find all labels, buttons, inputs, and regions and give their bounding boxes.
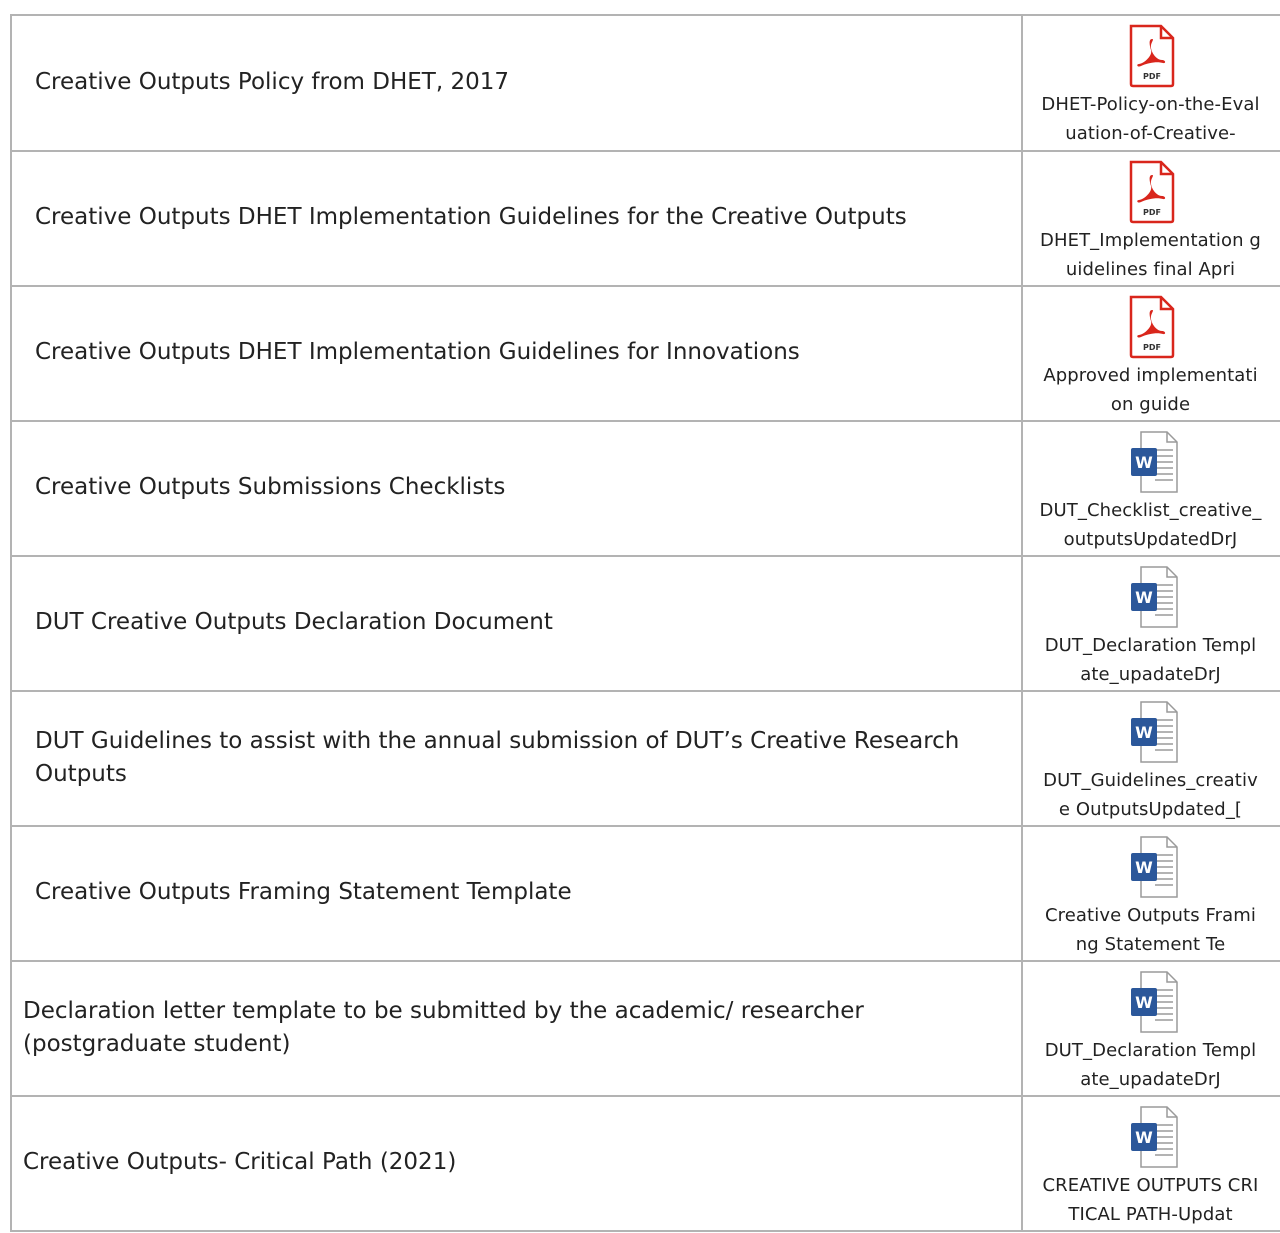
- file-attachment[interactable]: W CREATIVE OUTPUTS CRITICAL PATH-Updat: [1023, 1097, 1278, 1230]
- file-name-link[interactable]: CREATIVE OUTPUTS CRITICAL PATH-Updat: [1040, 1171, 1262, 1229]
- file-attachment[interactable]: W DUT_Declaration Template_upadateDrJ: [1023, 962, 1278, 1095]
- document-description: Creative Outputs DHET Implementation Gui…: [10, 287, 1023, 420]
- svg-text:W: W: [1135, 858, 1153, 877]
- word-icon[interactable]: W: [1121, 835, 1181, 899]
- document-description: DUT Creative Outputs Declaration Documen…: [10, 557, 1023, 690]
- word-icon[interactable]: W: [1121, 565, 1181, 629]
- file-attachment[interactable]: W DUT_Checklist_creative_outputsUpdatedD…: [1023, 422, 1278, 555]
- document-description: Creative Outputs- Critical Path (2021): [10, 1097, 1023, 1230]
- table-row: Creative Outputs DHET Implementation Gui…: [10, 287, 1280, 422]
- document-description: Declaration letter template to be submit…: [10, 962, 1023, 1095]
- file-attachment[interactable]: W DUT_Guidelines_creative OutputsUpdated…: [1023, 692, 1278, 825]
- file-name-link[interactable]: DHET_Implementation guidelines final Apr…: [1040, 226, 1262, 284]
- word-icon[interactable]: W: [1121, 970, 1181, 1034]
- document-description: DUT Guidelines to assist with the annual…: [10, 692, 1023, 825]
- document-description: Creative Outputs DHET Implementation Gui…: [10, 152, 1023, 285]
- file-attachment[interactable]: W Creative Outputs Framing Statement Te: [1023, 827, 1278, 960]
- file-name-link[interactable]: DHET-Policy-on-the-Evaluation-of-Creativ…: [1040, 90, 1262, 148]
- documents-page: Creative Outputs Policy from DHET, 2017 …: [0, 0, 1280, 1233]
- file-attachment[interactable]: PDF DHET_Implementation guidelines final…: [1023, 152, 1278, 285]
- file-name-link[interactable]: DUT_Declaration Template_upadateDrJ: [1040, 1036, 1262, 1094]
- svg-text:PDF: PDF: [1143, 72, 1161, 81]
- svg-text:W: W: [1135, 723, 1153, 742]
- table-row: Declaration letter template to be submit…: [10, 962, 1280, 1097]
- table-row: Creative Outputs Framing Statement Templ…: [10, 827, 1280, 962]
- table-row: Creative Outputs Submissions Checklists …: [10, 422, 1280, 557]
- document-description: Creative Outputs Framing Statement Templ…: [10, 827, 1023, 960]
- file-name-link[interactable]: Creative Outputs Framing Statement Te: [1040, 901, 1262, 959]
- svg-text:W: W: [1135, 993, 1153, 1012]
- pdf-icon[interactable]: PDF: [1121, 160, 1181, 224]
- file-name-link[interactable]: DUT_Guidelines_creative OutputsUpdated_[: [1040, 766, 1262, 824]
- svg-text:PDF: PDF: [1143, 343, 1161, 352]
- svg-text:W: W: [1135, 588, 1153, 607]
- table-row: Creative Outputs DHET Implementation Gui…: [10, 152, 1280, 287]
- svg-text:PDF: PDF: [1143, 208, 1161, 217]
- table-row: DUT Creative Outputs Declaration Documen…: [10, 557, 1280, 692]
- word-icon[interactable]: W: [1121, 430, 1181, 494]
- documents-table: Creative Outputs Policy from DHET, 2017 …: [10, 14, 1280, 1232]
- table-row: Creative Outputs Policy from DHET, 2017 …: [10, 16, 1280, 152]
- pdf-icon[interactable]: PDF: [1121, 24, 1181, 88]
- document-description: Creative Outputs Submissions Checklists: [10, 422, 1023, 555]
- word-icon[interactable]: W: [1121, 700, 1181, 764]
- document-description: Creative Outputs Policy from DHET, 2017: [10, 16, 1023, 150]
- file-name-link[interactable]: DUT_Declaration Template_upadateDrJ: [1040, 631, 1262, 689]
- svg-text:W: W: [1135, 1128, 1153, 1147]
- pdf-icon[interactable]: PDF: [1121, 295, 1181, 359]
- file-attachment[interactable]: PDF Approved implementation guide: [1023, 287, 1278, 420]
- file-attachment[interactable]: PDF DHET-Policy-on-the-Evaluation-of-Cre…: [1023, 16, 1278, 150]
- table-row: DUT Guidelines to assist with the annual…: [10, 692, 1280, 827]
- file-attachment[interactable]: W DUT_Declaration Template_upadateDrJ: [1023, 557, 1278, 690]
- file-name-link[interactable]: DUT_Checklist_creative_outputsUpdatedDrJ: [1040, 496, 1262, 554]
- svg-text:W: W: [1135, 453, 1153, 472]
- table-row: Creative Outputs- Critical Path (2021) W…: [10, 1097, 1280, 1232]
- word-icon[interactable]: W: [1121, 1105, 1181, 1169]
- file-name-link[interactable]: Approved implementation guide: [1040, 361, 1262, 419]
